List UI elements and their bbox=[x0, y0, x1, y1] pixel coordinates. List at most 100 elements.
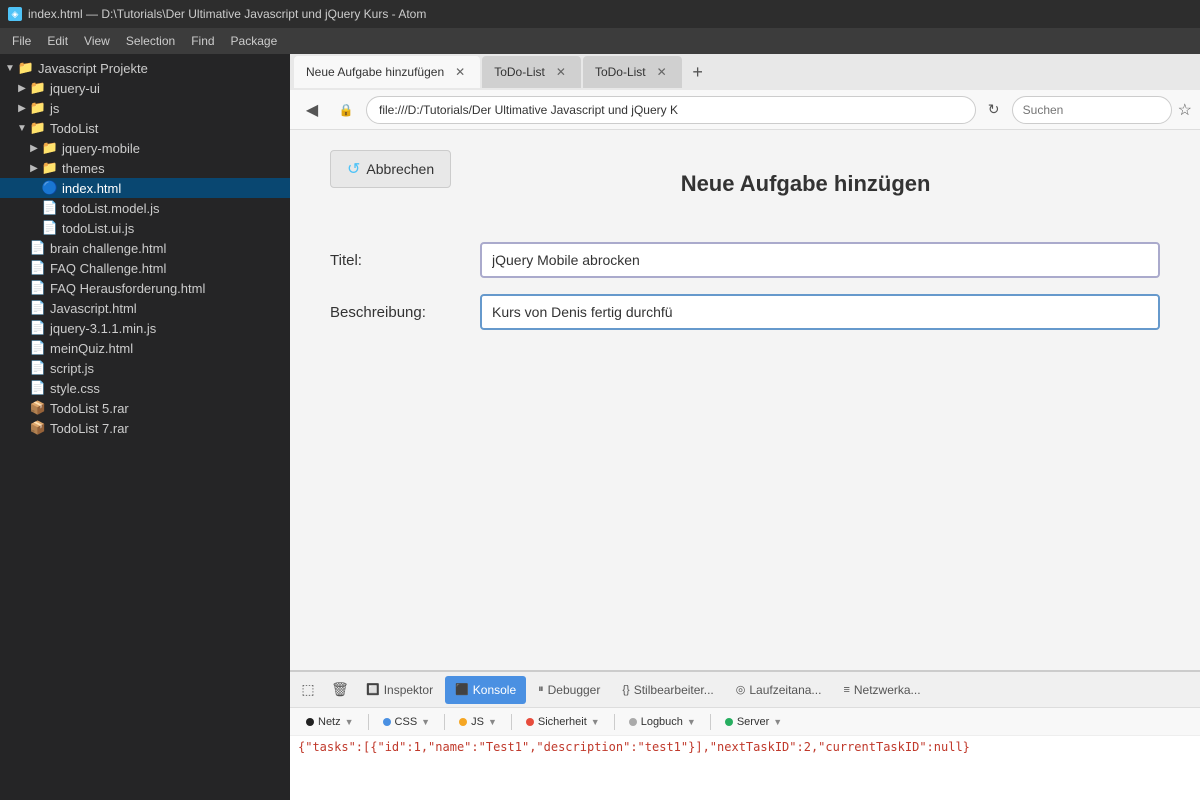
chevron-down-icon: ▼ bbox=[488, 717, 497, 727]
form-desc-label: Beschreibung: bbox=[330, 304, 480, 321]
sidebar-item-script-js[interactable]: ▶ 📄 script.js bbox=[0, 358, 290, 378]
chevron-down-icon: ▼ bbox=[591, 717, 600, 727]
app-icon: ◈ bbox=[8, 7, 22, 21]
devtools-tab-label: Stilbearbeiter... bbox=[634, 683, 714, 697]
filter-css-button[interactable]: CSS ▼ bbox=[375, 714, 439, 730]
filter-separator bbox=[368, 714, 369, 730]
filter-netz-button[interactable]: Netz ▼ bbox=[298, 714, 362, 730]
sidebar-item-label: TodoList 7.rar bbox=[50, 421, 129, 436]
sidebar-item-todolist5-rar[interactable]: ▶ 📦 TodoList 5.rar bbox=[0, 398, 290, 418]
filter-js-button[interactable]: JS ▼ bbox=[451, 714, 505, 730]
browser-tab-0[interactable]: Neue Aufgabe hinzufügen ✕ bbox=[294, 56, 480, 88]
inspektor-icon: 🔲 bbox=[366, 683, 380, 696]
file-icon: 🔵 bbox=[42, 180, 58, 196]
sidebar-item-themes[interactable]: ▶ 📁 themes bbox=[0, 158, 290, 178]
reload-button[interactable]: ↻ bbox=[982, 98, 1006, 122]
sidebar-item-index-html[interactable]: ▶ 🔵 index.html bbox=[0, 178, 290, 198]
filter-dot-sicherheit bbox=[526, 718, 534, 726]
sidebar: ▼ 📁 Javascript Projekte ▶ 📁 jquery-ui ▶ … bbox=[0, 54, 290, 800]
sidebar-item-js[interactable]: ▶ 📁 js bbox=[0, 98, 290, 118]
new-tab-button[interactable]: + bbox=[684, 58, 712, 86]
filter-server-button[interactable]: Server ▼ bbox=[717, 714, 790, 730]
folder-icon: 📁 bbox=[30, 120, 46, 136]
sidebar-item-todolist7-rar[interactable]: ▶ 📦 TodoList 7.rar bbox=[0, 418, 290, 438]
file-icon: 📦 bbox=[30, 400, 46, 416]
menu-view[interactable]: View bbox=[76, 32, 118, 50]
sidebar-item-faq-heraus[interactable]: ▶ 📄 FAQ Herausforderung.html bbox=[0, 278, 290, 298]
close-tab-icon[interactable]: ✕ bbox=[452, 64, 468, 80]
element-picker-button[interactable]: ⬚ bbox=[294, 676, 322, 704]
devtools-tab-label: Netzwerka... bbox=[854, 683, 921, 697]
page-header: ↺ Abbrechen Neue Aufgabe hinzügen bbox=[330, 150, 1160, 218]
console-filters-bar: Netz ▼ CSS ▼ JS ▼ Sicherhe bbox=[290, 708, 1200, 736]
main-layout: ▼ 📁 Javascript Projekte ▶ 📁 jquery-ui ▶ … bbox=[0, 54, 1200, 800]
file-icon: 📄 bbox=[30, 240, 46, 256]
menu-edit[interactable]: Edit bbox=[39, 32, 76, 50]
debugger-icon: ⏸ bbox=[538, 683, 544, 696]
folder-icon: 📁 bbox=[42, 140, 58, 156]
browser-tab-1[interactable]: ToDo-List ✕ bbox=[482, 56, 581, 88]
devtools-tab-label: Inspektor bbox=[384, 683, 433, 697]
filter-separator bbox=[444, 714, 445, 730]
back-button[interactable]: ◀ bbox=[298, 96, 326, 124]
devtools-tab-label: Konsole bbox=[473, 683, 516, 697]
file-icon: 📄 bbox=[30, 360, 46, 376]
form-desc-row: Beschreibung: bbox=[330, 294, 1160, 330]
sidebar-item-faq-challenge[interactable]: ▶ 📄 FAQ Challenge.html bbox=[0, 258, 290, 278]
menu-selection[interactable]: Selection bbox=[118, 32, 183, 50]
sidebar-item-brain-challenge[interactable]: ▶ 📄 brain challenge.html bbox=[0, 238, 290, 258]
file-icon: 📄 bbox=[30, 340, 46, 356]
sidebar-item-todolist[interactable]: ▼ 📁 TodoList bbox=[0, 118, 290, 138]
bookmark-icon[interactable]: ☆ bbox=[1178, 100, 1192, 120]
sidebar-root-folder[interactable]: ▼ 📁 Javascript Projekte bbox=[0, 58, 290, 78]
devtools-tab-inspektor[interactable]: 🔲 Inspektor bbox=[356, 676, 443, 704]
page-content: ↺ Abbrechen Neue Aufgabe hinzügen Titel:… bbox=[290, 130, 1200, 670]
sidebar-item-style-css[interactable]: ▶ 📄 style.css bbox=[0, 378, 290, 398]
search-input[interactable] bbox=[1012, 96, 1172, 124]
sidebar-item-jquery-mobile[interactable]: ▶ 📁 jquery-mobile bbox=[0, 138, 290, 158]
abbrechen-button[interactable]: ↺ Abbrechen bbox=[330, 150, 451, 188]
sidebar-item-label: FAQ Herausforderung.html bbox=[50, 281, 205, 296]
clear-console-button[interactable]: 🗑 bbox=[326, 676, 354, 704]
file-icon: 📄 bbox=[30, 300, 46, 316]
filter-dot-server bbox=[725, 718, 733, 726]
menu-package[interactable]: Package bbox=[223, 32, 286, 50]
devtools-tab-konsole[interactable]: ⬛ Konsole bbox=[445, 676, 526, 704]
sidebar-item-label: jquery-ui bbox=[50, 81, 100, 96]
filter-sicherheit-button[interactable]: Sicherheit ▼ bbox=[518, 714, 608, 730]
address-bar: ◀ 🔒 ↻ ☆ bbox=[290, 90, 1200, 130]
close-tab-icon[interactable]: ✕ bbox=[553, 64, 569, 80]
filter-dot-js bbox=[459, 718, 467, 726]
close-tab-icon[interactable]: ✕ bbox=[654, 64, 670, 80]
filter-logbuch-button[interactable]: Logbuch ▼ bbox=[621, 714, 704, 730]
sidebar-item-javascript[interactable]: ▶ 📄 Javascript.html bbox=[0, 298, 290, 318]
back-arrow-icon: ↺ bbox=[347, 159, 360, 179]
browser-content: ↺ Abbrechen Neue Aufgabe hinzügen Titel:… bbox=[290, 130, 1200, 670]
browser-tab-2[interactable]: ToDo-List ✕ bbox=[583, 56, 682, 88]
menu-find[interactable]: Find bbox=[183, 32, 222, 50]
devtools-tab-netzwerk[interactable]: ≡ Netzwerka... bbox=[833, 676, 930, 704]
menu-file[interactable]: File bbox=[4, 32, 39, 50]
filter-label: JS bbox=[471, 716, 484, 728]
devtools-tab-stilbearbeiter[interactable]: {} Stilbearbeiter... bbox=[612, 676, 723, 704]
folder-icon: 📁 bbox=[18, 60, 34, 76]
folder-icon: 📁 bbox=[42, 160, 58, 176]
devtools-tab-debugger[interactable]: ⏸ Debugger bbox=[528, 676, 610, 704]
abbrechen-label: Abbrechen bbox=[366, 161, 434, 177]
devtools-tab-laufzeit[interactable]: ◎ Laufzeitana... bbox=[726, 676, 832, 704]
folder-icon: 📁 bbox=[30, 80, 46, 96]
sidebar-item-label: style.css bbox=[50, 381, 100, 396]
form-title-input[interactable] bbox=[480, 242, 1160, 278]
filter-label: Netz bbox=[318, 716, 341, 728]
sidebar-item-todolist-model[interactable]: ▶ 📄 todoList.model.js bbox=[0, 198, 290, 218]
chevron-down-icon: ▼ bbox=[16, 122, 28, 134]
sidebar-item-jquery-ui[interactable]: ▶ 📁 jquery-ui bbox=[0, 78, 290, 98]
address-input[interactable] bbox=[366, 96, 976, 124]
form-desc-input[interactable] bbox=[480, 294, 1160, 330]
sidebar-item-jquery-min[interactable]: ▶ 📄 jquery-3.1.1.min.js bbox=[0, 318, 290, 338]
title-bar-text: index.html — D:\Tutorials\Der Ultimative… bbox=[28, 7, 426, 21]
browser-panel: Neue Aufgabe hinzufügen ✕ ToDo-List ✕ To… bbox=[290, 54, 1200, 800]
filter-label: Server bbox=[737, 716, 769, 728]
sidebar-item-mein-quiz[interactable]: ▶ 📄 meinQuiz.html bbox=[0, 338, 290, 358]
sidebar-item-todolist-ui[interactable]: ▶ 📄 todoList.ui.js bbox=[0, 218, 290, 238]
